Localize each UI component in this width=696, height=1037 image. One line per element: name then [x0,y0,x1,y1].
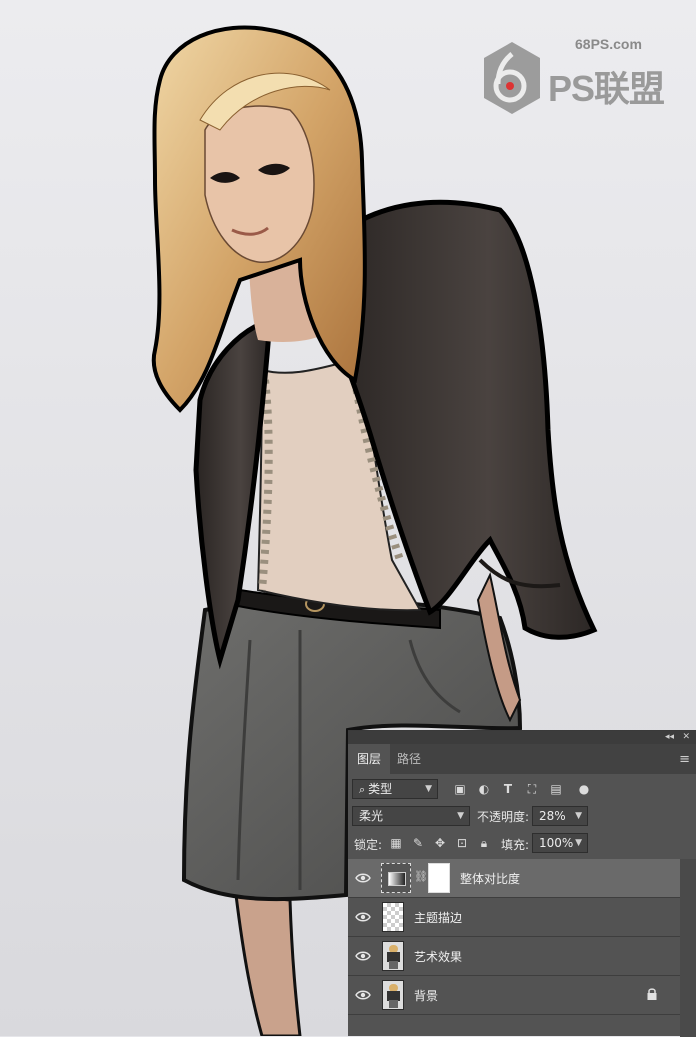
ps-logo-icon [484,42,540,114]
layer-list: ⛓ 整体对比度 主题描边 艺术效果 背景 [348,859,680,1015]
lock-artboard-icon[interactable]: ⊡ [454,835,470,851]
eye-icon[interactable] [355,871,371,885]
lock-icon [647,988,657,1000]
collapse-icon[interactable]: ◂◂ [665,731,674,744]
lock-transparency-icon[interactable]: ▦ [388,835,404,851]
lock-all-icon[interactable]: 🔒︎ [476,835,492,851]
chevron-down-icon: ▼ [425,784,432,794]
opacity-value: 28% [539,809,566,823]
lock-row: 锁定: ▦ ✎ ✥ ⊡ 🔒︎ 填充: 100% ▼ [348,833,696,857]
fill-field[interactable]: 100% ▼ [532,833,588,853]
layer-row-art-effect[interactable]: 艺术效果 [348,937,680,976]
tab-layers[interactable]: 图层 [348,744,391,774]
filter-toggle-icon[interactable]: ● [576,781,592,797]
watermark: 68PS.com PS联盟 [480,36,670,116]
lock-position-icon[interactable]: ✥ [432,835,448,851]
layer-row-background[interactable]: 背景 [348,976,680,1015]
opacity-label: 不透明度: [477,810,530,824]
layer-row-adjustment[interactable]: ⛓ 整体对比度 [348,859,680,898]
watermark-logo-text: PS联盟 [548,68,665,109]
lock-paint-icon[interactable]: ✎ [410,835,426,851]
chain-link-icon[interactable]: ⛓ [414,870,428,883]
eye-icon[interactable] [355,910,371,924]
layers-panel: ◂◂ ✕ 图层 路径 ≡ ⌕ 类型 ▼ ▣ ◐ T ⛶ ▤ ● 柔光 ▼ 不透明度… [348,730,696,1037]
smartobject-filter-icon[interactable]: ▤ [548,781,564,797]
blend-mode-value: 柔光 [359,809,384,823]
blend-row: 柔光 ▼ 不透明度: 28% ▼ [348,806,696,830]
search-icon: ⌕ [359,783,366,796]
fill-value: 100% [539,836,574,850]
panel-title-bar: ◂◂ ✕ [348,731,696,744]
layer-name: 整体对比度 [460,872,521,886]
panel-tab-row: 图层 路径 ≡ [348,744,696,774]
photo-layer-thumbnail[interactable] [382,941,404,971]
panel-menu-icon[interactable]: ≡ [679,752,690,767]
layer-name: 背景 [414,989,439,1003]
chevron-down-icon[interactable]: ▼ [575,834,582,852]
filter-row: ⌕ 类型 ▼ ▣ ◐ T ⛶ ▤ ● [348,779,696,803]
photo-layer-thumbnail[interactable] [382,980,404,1010]
layer-row-stroke[interactable]: 主题描边 [348,898,680,937]
chevron-down-icon: ▼ [457,811,464,821]
eye-icon[interactable] [355,988,371,1002]
adjustment-layer-thumbnail[interactable] [381,863,411,893]
filter-type-label: 类型 [368,782,393,796]
lock-label: 锁定: [354,838,383,852]
layer-name: 艺术效果 [414,950,463,964]
filter-type-dropdown[interactable]: ⌕ 类型 ▼ [352,779,438,799]
text-filter-icon[interactable]: T [500,781,516,797]
layer-mask-thumbnail[interactable] [428,863,450,893]
opacity-field[interactable]: 28% ▼ [532,806,588,826]
layer-name: 主题描边 [414,911,463,925]
transparent-layer-thumbnail[interactable] [382,902,404,932]
tab-paths[interactable]: 路径 [388,744,430,774]
close-icon[interactable]: ✕ [682,731,690,744]
adjustment-filter-icon[interactable]: ◐ [476,781,492,797]
watermark-site: 68PS.com [575,36,642,52]
image-filter-icon[interactable]: ▣ [452,781,468,797]
fill-label: 填充: [501,838,530,852]
shape-filter-icon[interactable]: ⛶ [524,781,540,797]
eye-icon[interactable] [355,949,371,963]
layer-list-scrollbar[interactable] [680,859,696,1037]
blend-mode-dropdown[interactable]: 柔光 ▼ [352,806,470,826]
chevron-down-icon[interactable]: ▼ [575,807,582,825]
